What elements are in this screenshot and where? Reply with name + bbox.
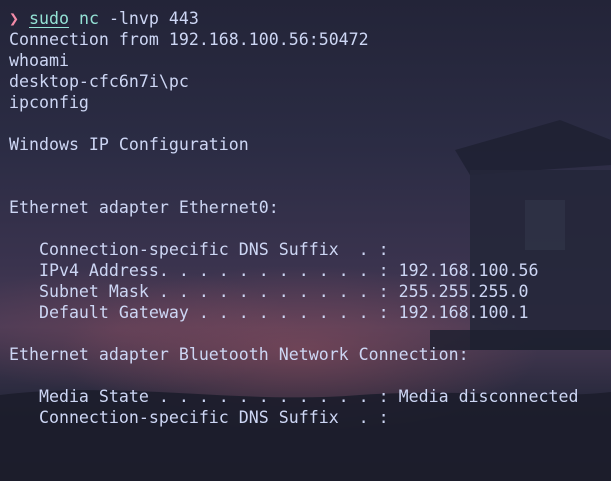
output-line: Ethernet adapter Ethernet0: [9,198,279,217]
output-line: Ethernet adapter Bluetooth Network Conne… [9,345,469,364]
output-line: whoami [9,51,69,70]
output-line: Subnet Mask . . . . . . . . . . . : 255.… [9,282,529,301]
prompt-arrow-icon: ❯ [9,9,19,28]
command-sudo: sudo [29,9,69,28]
output-line: Connection-specific DNS Suffix . : [9,240,389,259]
command-program: nc [78,9,99,28]
output-line: desktop-cfc6n7i\pc [9,72,189,91]
output-line: Windows IP Configuration [9,135,249,154]
output-line: Media State . . . . . . . . . . . : Medi… [9,387,579,406]
output-line: Connection from 192.168.100.56:50472 [9,30,369,49]
terminal-output[interactable]: ❯ sudo nc -lnvp 443 Connection from 192.… [9,8,611,428]
output-line: ipconfig [9,93,89,112]
output-line: Default Gateway . . . . . . . . . : 192.… [9,303,529,322]
prompt-line: ❯ sudo nc -lnvp 443 [9,8,611,29]
command-args: -lnvp 443 [108,9,199,28]
output-line: Connection-specific DNS Suffix . : [9,408,389,427]
output-line: IPv4 Address. . . . . . . . . . . : 192.… [9,261,539,280]
